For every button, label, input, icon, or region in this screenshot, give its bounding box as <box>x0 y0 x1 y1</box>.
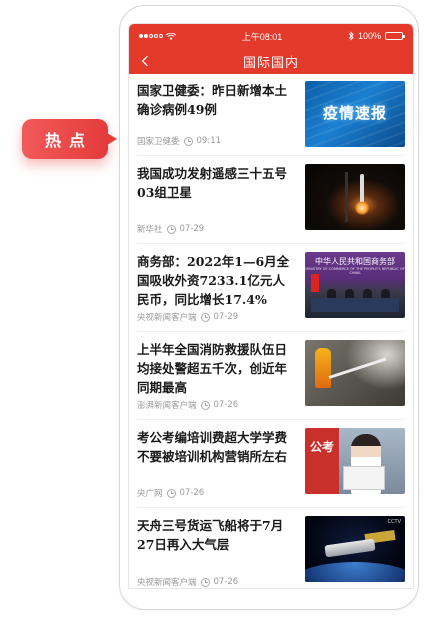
hot-badge: 热点 <box>22 119 117 159</box>
news-thumbnail <box>305 340 405 406</box>
news-time: 07-29 <box>213 312 239 322</box>
thumbnail-text: 公考 <box>310 440 335 454</box>
news-source: 央广网 <box>137 489 163 499</box>
battery-icon <box>385 32 405 40</box>
clock-icon <box>200 312 210 322</box>
news-thumbnail: CCTV <box>305 516 405 582</box>
chevron-left-icon <box>141 55 148 67</box>
back-button[interactable] <box>135 51 155 71</box>
clock-icon <box>200 400 210 410</box>
clock-icon <box>183 136 193 146</box>
news-item[interactable]: 国家卫健委：昨日新增本土确诊病例49例 国家卫健委 09:11 疫情速报 <box>137 74 405 156</box>
news-title: 商务部：2022年1—6月全国吸收外资7233.1亿元人民币，同比增长17.4% <box>137 254 290 307</box>
wifi-icon <box>166 32 176 40</box>
news-source: 国家卫健委 <box>137 137 180 147</box>
news-thumbnail: 公考 <box>305 428 405 494</box>
news-thumbnail <box>305 164 405 230</box>
news-meta: 央视新闻客户端 07-29 <box>137 311 297 323</box>
news-title: 上半年全国消防救援队伍日均接处警超五千次，创近年同期最高 <box>137 342 288 395</box>
thumbnail-subtext: MINISTRY OF COMMERCE OF THE PEOPLE'S REP… <box>305 267 405 275</box>
news-time: 09:11 <box>196 136 222 146</box>
news-title: 天舟三号货运飞船将于7月27日再入大气层 <box>137 518 284 552</box>
news-time: 07-26 <box>213 400 239 410</box>
news-title: 我国成功发射遥感三十五号03组卫星 <box>137 166 288 200</box>
status-bar: 上午08:01 100% <box>129 24 413 48</box>
news-time: 07-26 <box>179 488 205 498</box>
news-source: 新华社 <box>137 225 163 235</box>
page-title: 国际国内 <box>242 55 299 71</box>
phone-screen: 上午08:01 100% 国际国内 国家卫健委：昨日新增本土确诊病例49例 国家… <box>128 23 414 589</box>
status-time: 上午08:01 <box>241 31 283 42</box>
news-title: 考公考编培训费超大学学费 不要被培训机构营销所左右 <box>137 430 288 464</box>
thumbnail-text: 中华人民共和国商务部 <box>315 257 395 266</box>
news-item[interactable]: 商务部：2022年1—6月全国吸收外资7233.1亿元人民币，同比增长17.4%… <box>137 244 405 332</box>
news-item[interactable]: 我国成功发射遥感三十五号03组卫星 新华社 07-29 <box>137 156 405 244</box>
bluetooth-icon <box>348 31 354 41</box>
clock-icon <box>166 224 176 234</box>
clock-icon <box>166 488 176 498</box>
news-time: 07-29 <box>179 224 205 234</box>
nav-bar: 国际国内 <box>129 48 413 74</box>
news-meta: 新华社 07-29 <box>137 223 297 235</box>
news-item[interactable]: 考公考编培训费超大学学费 不要被培训机构营销所左右 央广网 07-26 公考 <box>137 420 405 508</box>
signal-icon <box>139 34 163 38</box>
news-source: 央视新闻客户端 <box>137 313 197 323</box>
news-meta: 央广网 07-26 <box>137 487 297 499</box>
thumbnail-text: 疫情速报 <box>322 104 387 122</box>
clock-icon <box>200 577 210 587</box>
news-item[interactable]: 天舟三号货运飞船将于7月27日再入大气层 央视新闻客户端 07-26 CCTV <box>137 508 405 588</box>
news-title: 国家卫健委：昨日新增本土确诊病例49例 <box>137 83 288 117</box>
news-meta: 澎湃新闻客户端 07-26 <box>137 399 297 411</box>
news-list: 国家卫健委：昨日新增本土确诊病例49例 国家卫健委 09:11 疫情速报 我国成… <box>129 74 413 588</box>
news-time: 07-26 <box>213 577 239 587</box>
news-thumbnail: 中华人民共和国商务部 MINISTRY OF COMMERCE OF THE P… <box>305 252 405 318</box>
battery-percent: 100% <box>357 31 381 41</box>
news-meta: 国家卫健委 09:11 <box>137 135 297 147</box>
news-source: 澎湃新闻客户端 <box>137 401 197 411</box>
news-item[interactable]: 上半年全国消防救援队伍日均接处警超五千次，创近年同期最高 澎湃新闻客户端 07-… <box>137 332 405 420</box>
news-thumbnail: 疫情速报 <box>305 81 405 147</box>
news-meta: 央视新闻客户端 07-26 <box>137 576 297 588</box>
news-source: 央视新闻客户端 <box>137 578 197 588</box>
thumbnail-watermark: CCTV <box>387 519 401 525</box>
